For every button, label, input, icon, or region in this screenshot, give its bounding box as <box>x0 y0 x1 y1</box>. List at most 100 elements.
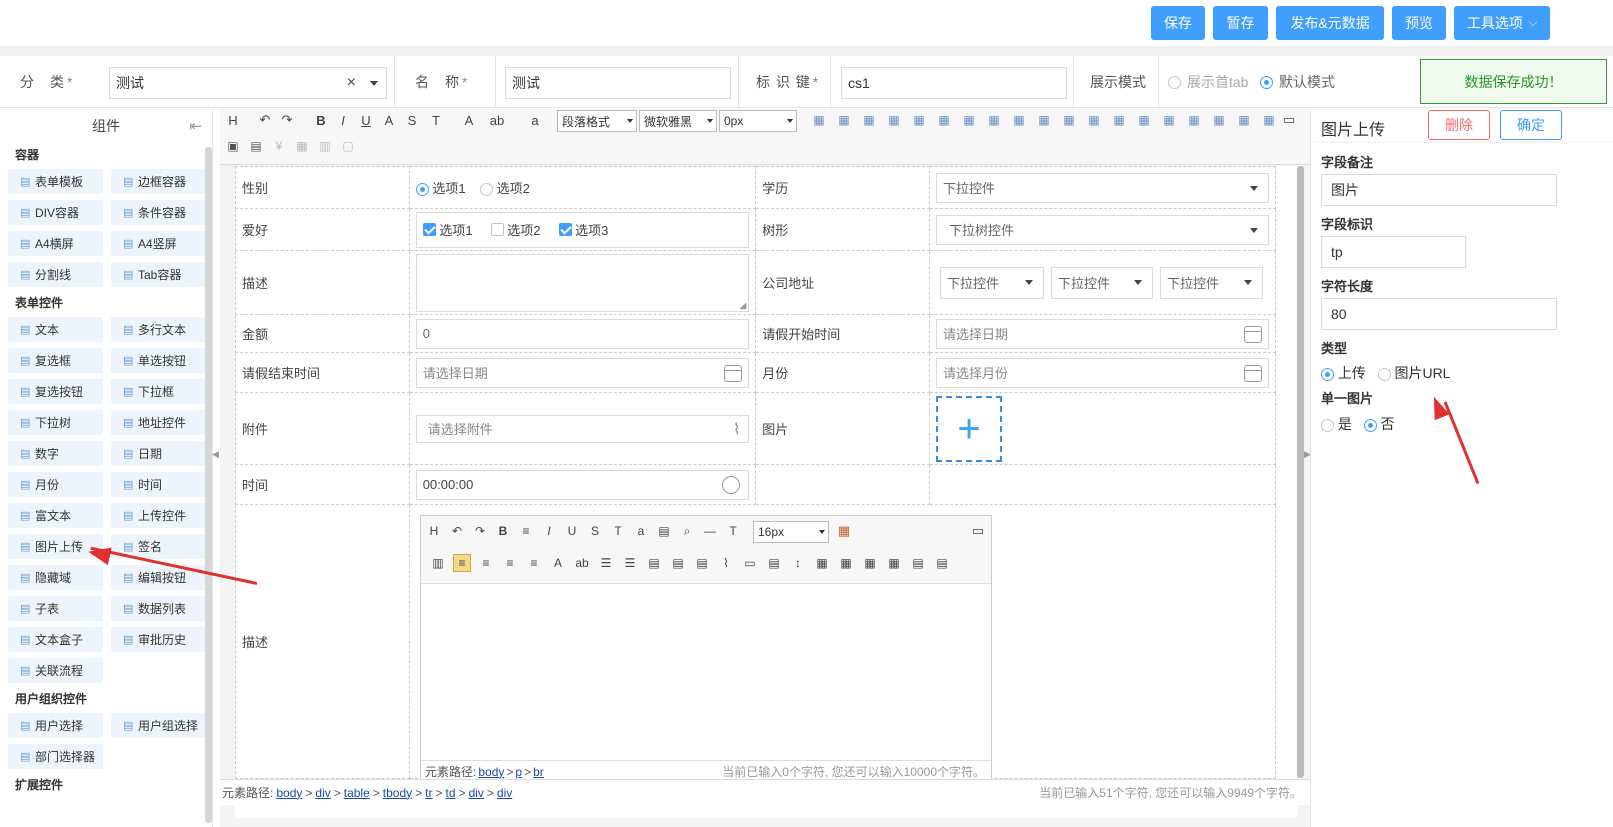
toolbar-tool-icon[interactable]: ¥ <box>270 137 288 155</box>
leave-start-date-input[interactable]: 请选择日期 <box>936 318 1269 349</box>
rich-tool-icon[interactable]: ↶ <box>448 522 466 540</box>
toolbar-tool-icon[interactable]: S <box>403 111 421 129</box>
component-item[interactable]: ▤ 条件容器 <box>111 200 206 225</box>
component-item[interactable]: ▤ 上传控件 <box>111 503 206 528</box>
toolbar-tool-icon[interactable]: T <box>427 111 445 129</box>
component-item[interactable]: ▤ 单选按钮 <box>111 348 206 373</box>
toolbar-tool-icon[interactable]: ▥ <box>316 137 334 155</box>
component-item[interactable]: ▤ Tab容器 <box>111 262 206 287</box>
rich-tool-icon[interactable]: ▦ <box>885 554 903 572</box>
paragraph-format-select[interactable]: 段落格式 <box>557 110 637 132</box>
toolbar-tool-icon[interactable]: a <box>526 111 544 129</box>
component-item[interactable]: ▤ 文本盒子 <box>8 627 103 652</box>
rich-tool-icon[interactable]: U <box>563 522 581 540</box>
key-input[interactable]: cs1 <box>841 67 1067 99</box>
toolbar-tool-icon[interactable]: ▦ <box>1160 111 1178 129</box>
path-segment-link[interactable]: body <box>478 765 504 779</box>
rich-tool-icon[interactable]: ▦ <box>861 554 879 572</box>
rich-tool-icon[interactable]: ▤ <box>693 554 711 572</box>
toolbar-tool-icon[interactable]: ▦ <box>885 111 903 129</box>
component-item[interactable]: ▤ 边框容器 <box>111 169 206 194</box>
draft-button[interactable]: 暂存 <box>1213 6 1268 40</box>
preview-button[interactable]: 预览 <box>1392 6 1446 40</box>
rich-tool-icon[interactable]: ↷ <box>471 522 489 540</box>
publish-button[interactable]: 发布&元数据 <box>1276 6 1384 40</box>
rich-tool-icon[interactable]: ▦ <box>813 554 831 572</box>
rich-tool-icon[interactable]: — <box>701 522 719 540</box>
rich-tool-icon[interactable]: H <box>425 522 443 540</box>
left-collapse-handle[interactable]: ◀ <box>212 449 220 479</box>
path-segment-link[interactable]: tbody <box>383 786 412 800</box>
component-item[interactable]: ▤ A4竖屏 <box>111 231 206 256</box>
tree-select[interactable]: 下拉树控件 <box>936 214 1269 245</box>
path-segment-link[interactable]: table <box>344 786 370 800</box>
clear-icon[interactable]: × <box>347 74 356 92</box>
toolbar-tool-icon[interactable]: ▢ <box>339 137 357 155</box>
rich-tool-icon[interactable]: ▤ <box>669 554 687 572</box>
category-select[interactable]: 测试 × <box>109 67 387 99</box>
rich-tool-icon[interactable]: ▤ <box>909 554 927 572</box>
toolbar-tool-icon[interactable]: A <box>460 111 478 129</box>
scrollbar[interactable] <box>205 147 212 823</box>
toolbar-tool-icon[interactable]: ▦ <box>1260 111 1278 129</box>
hobby-checkbox-group[interactable]: 选项1 选项2 选项3 <box>415 211 750 248</box>
component-item[interactable]: ▤ 地址控件 <box>111 410 206 435</box>
path-segment-link[interactable]: td <box>446 786 456 800</box>
toolbar-tool-icon[interactable]: ▦ <box>810 111 828 129</box>
component-item[interactable]: ▤ 文本 <box>8 317 103 342</box>
toolbar-tool-icon[interactable]: ▦ <box>960 111 978 129</box>
rich-content-area[interactable] <box>421 584 991 760</box>
rich-tool-icon[interactable]: ≡ <box>477 554 495 572</box>
toolbar-tool-icon[interactable]: ▦ <box>1085 111 1103 129</box>
amount-input[interactable]: 0 <box>415 318 750 349</box>
rich-tool-icon[interactable]: ≡ <box>453 554 471 572</box>
field-key-input[interactable]: tp <box>1321 236 1466 268</box>
component-item[interactable]: ▤ 用户组选择 <box>111 713 206 738</box>
component-item[interactable]: ▤ 分割线 <box>8 262 103 287</box>
toolbar-tool-icon[interactable]: B <box>312 111 330 129</box>
component-item[interactable]: ▤ 月份 <box>8 472 103 497</box>
rich-tool-icon[interactable]: T <box>724 522 742 540</box>
toolbar-tool-icon[interactable]: ▣ <box>224 137 242 155</box>
component-item[interactable]: ▤ DIV容器 <box>8 200 103 225</box>
path-segment-link[interactable]: body <box>276 786 302 800</box>
toolbar-tool-icon[interactable]: ab <box>488 111 506 129</box>
path-segment-link[interactable]: br <box>533 765 544 779</box>
tools-dropdown-button[interactable]: 工具选项 ⌵ <box>1454 6 1550 40</box>
type-radio-group[interactable]: 上传 图片URL <box>1321 363 1450 383</box>
rich-tool-icon[interactable]: S <box>586 522 604 540</box>
rich-tool-icon[interactable]: ≡ <box>517 522 535 540</box>
rich-tool-icon[interactable]: ab <box>573 554 591 572</box>
toolbar-tool-icon[interactable]: ▦ <box>1185 111 1203 129</box>
rich-tool-icon[interactable]: ☰ <box>621 554 639 572</box>
rich-tool-icon[interactable]: B <box>494 522 512 540</box>
toolbar-tool-icon[interactable]: ↶ <box>256 111 274 129</box>
component-item[interactable]: ▤ 审批历史 <box>111 627 206 652</box>
rich-tool-icon[interactable]: ≡ <box>525 554 543 572</box>
toolbar-tool-icon[interactable]: ▦ <box>1210 111 1228 129</box>
save-button[interactable]: 保存 <box>1151 6 1205 40</box>
path-segment-link[interactable]: div <box>315 786 330 800</box>
rich-tool-icon[interactable]: I <box>540 522 558 540</box>
rich-tool-icon[interactable]: ▤ <box>765 554 783 572</box>
address-district-select[interactable]: 下拉控件 <box>1160 266 1263 299</box>
rich-font-size-select[interactable]: 16px <box>753 521 829 543</box>
path-segment-link[interactable]: p <box>515 765 522 779</box>
font-family-select[interactable]: 微软雅黑 <box>639 110 717 132</box>
component-item[interactable]: ▤ 子表 <box>8 596 103 621</box>
component-item[interactable]: ▤ 隐藏域 <box>8 565 103 590</box>
toolbar-tool-icon[interactable]: ▦ <box>1135 111 1153 129</box>
component-item[interactable]: ▤ 数据列表 <box>111 596 206 621</box>
mode-option-default[interactable]: 默认模式 <box>1260 56 1335 108</box>
rich-tool-icon[interactable]: ▤ <box>933 554 951 572</box>
rich-tool-icon[interactable]: ▦ <box>835 522 853 540</box>
toolbar-tool-icon[interactable]: H <box>224 111 242 129</box>
rich-tool-icon[interactable]: a <box>632 522 650 540</box>
component-item[interactable]: ▤ 用户选择 <box>8 713 103 738</box>
path-segment-link[interactable]: div <box>469 786 484 800</box>
path-segment-link[interactable]: div <box>497 786 512 800</box>
gender-radio-group[interactable]: 选项1 选项2 <box>408 166 757 209</box>
confirm-button[interactable]: 确定 <box>1500 110 1562 140</box>
leave-end-date-input[interactable]: 请选择日期 <box>415 357 750 388</box>
component-item[interactable]: ▤ 下拉树 <box>8 410 103 435</box>
